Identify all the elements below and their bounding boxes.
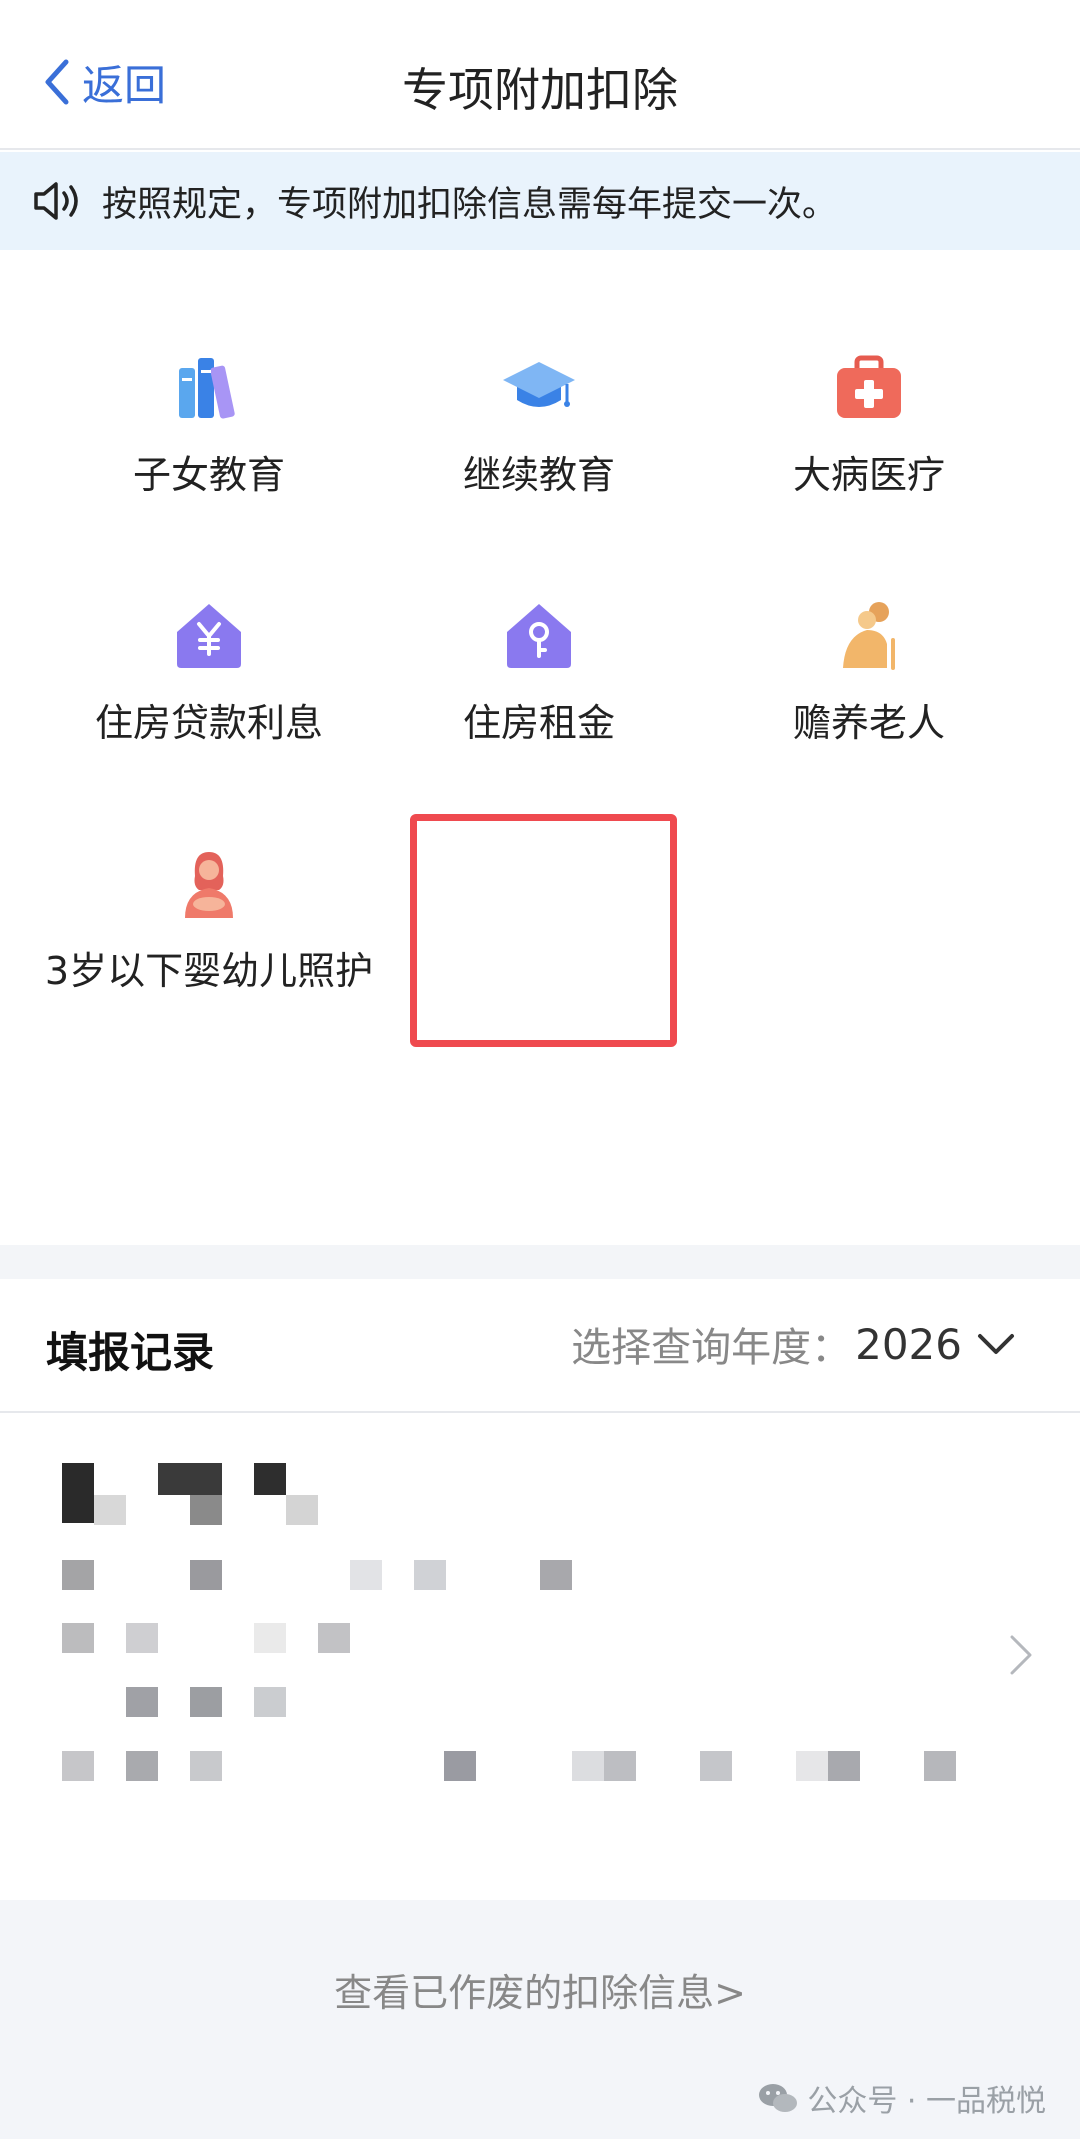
category-continuing-education[interactable]: 继续教育 xyxy=(374,350,704,506)
category-elderly-support[interactable]: 赡养老人 xyxy=(704,598,1034,754)
footer: 查看已作废的扣除信息> 公众号 · 一品税悦 xyxy=(0,1900,1080,2139)
notice-bar: 按照规定，专项附加扣除信息需每年提交一次。 xyxy=(0,152,1080,250)
category-label: 大病医疗 xyxy=(792,453,945,497)
category-label: 住房租金 xyxy=(462,701,615,745)
category-housing-loan-interest[interactable]: 住房贷款利息 xyxy=(44,598,374,754)
records-header: 填报记录 选择查询年度： 2026 xyxy=(0,1279,1080,1413)
records-title: 填报记录 xyxy=(46,1328,215,1377)
elderly-person-icon xyxy=(843,602,895,670)
speaker-icon xyxy=(34,182,78,220)
category-housing-rent[interactable]: 住房租金 xyxy=(374,598,704,754)
category-infant-care[interactable]: 3岁以下婴幼儿照护 xyxy=(44,846,374,1002)
category-label: 子女教育 xyxy=(132,453,285,497)
category-label: 赡养老人 xyxy=(792,701,945,745)
chevron-down-icon xyxy=(978,1334,1014,1354)
category-label: 3岁以下婴幼儿照护 xyxy=(44,949,374,993)
category-label: 住房贷款利息 xyxy=(94,701,323,745)
year-selector[interactable]: 选择查询年度： 2026 xyxy=(571,1315,1016,1373)
chevron-right-icon xyxy=(1010,1635,1032,1675)
highlight-box xyxy=(410,814,677,1047)
wechat-icon xyxy=(759,2084,798,2112)
year-value: 2026 xyxy=(855,1319,962,1369)
year-label: 选择查询年度： xyxy=(571,1325,852,1371)
mother-baby-icon xyxy=(185,852,233,918)
section-separator xyxy=(0,1245,1080,1279)
category-label: 继续教育 xyxy=(462,453,615,497)
watermark: 公众号 · 一品税悦 xyxy=(757,2076,1046,2120)
page-title: 专项附加扣除 xyxy=(402,63,678,117)
nav-bar: 返回 专项附加扣除 xyxy=(0,0,1080,150)
graduation-cap-icon xyxy=(503,362,575,407)
watermark-text: 公众号 · 一品税悦 xyxy=(807,2084,1046,2119)
house-yen-icon xyxy=(177,604,241,668)
category-serious-illness[interactable]: 大病医疗 xyxy=(704,350,1034,506)
books-icon xyxy=(179,358,235,419)
category-grid: 子女教育 继续教育 大病医疗 住房贷款利息 住房租金 赡养老人 3岁以下婴幼儿照… xyxy=(0,250,1080,1245)
category-children-education[interactable]: 子女教育 xyxy=(44,350,374,506)
record-item[interactable] xyxy=(0,1415,1080,1900)
view-voided-link[interactable]: 查看已作废的扣除信息> xyxy=(0,1962,1080,2017)
notice-text: 按照规定，专项附加扣除信息需每年提交一次。 xyxy=(102,184,838,225)
house-key-icon xyxy=(507,604,571,668)
medical-kit-icon xyxy=(837,355,901,418)
